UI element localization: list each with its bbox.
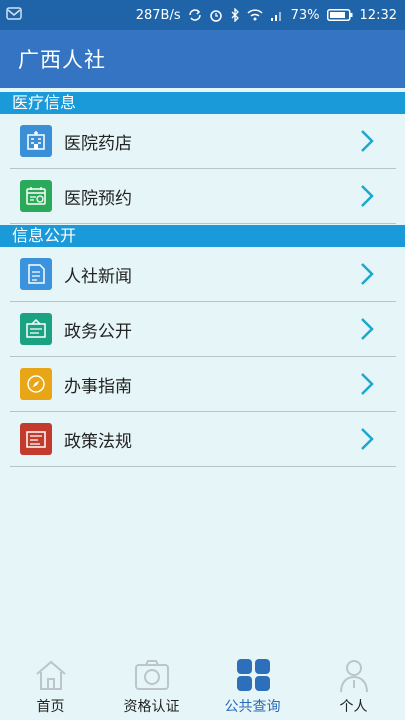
alarm-icon	[209, 8, 223, 22]
list-item-service-guide[interactable]: 办事指南	[10, 357, 396, 412]
section-title: 医疗信息	[12, 93, 77, 112]
section-header-info-disclosure: 信息公开	[0, 225, 405, 247]
list-item-label: 政务公开	[64, 322, 132, 342]
message-icon	[6, 7, 22, 21]
list-item-label: 政策法规	[64, 432, 132, 452]
bulletin-icon	[20, 313, 52, 345]
list-item-hospital-appointment[interactable]: 医院预约	[10, 169, 396, 224]
list-item-hospital-pharmacy[interactable]: 医院药店	[10, 114, 396, 169]
document-icon	[20, 423, 52, 455]
status-bar: 287B/s 73% 12:32	[0, 0, 405, 30]
list-item-hrss-news[interactable]: 人社新闻	[10, 247, 396, 302]
tab-label: 资格认证	[123, 699, 180, 715]
tab-home[interactable]: 首页	[0, 650, 101, 720]
chevron-right-icon	[360, 317, 374, 345]
camera-icon	[133, 658, 171, 696]
hospital-icon	[20, 125, 52, 157]
home-icon	[33, 658, 69, 696]
signal-icon	[270, 9, 284, 21]
grid-icon	[235, 658, 271, 696]
clock: 12:32	[359, 7, 397, 23]
tab-label: 首页	[36, 699, 65, 715]
news-icon	[20, 258, 52, 290]
battery-percent: 73%	[290, 7, 320, 23]
chevron-right-icon	[360, 129, 374, 157]
chevron-right-icon	[360, 184, 374, 212]
tab-label: 公共查询	[224, 699, 281, 715]
compass-icon	[20, 368, 52, 400]
list-item-label: 医院药店	[64, 134, 132, 154]
app-bar: 广西人社	[0, 30, 405, 88]
section-header-medical: 医疗信息	[0, 92, 405, 114]
chevron-right-icon	[360, 427, 374, 455]
tab-public-query[interactable]: 公共查询	[202, 650, 303, 720]
sync-icon	[188, 8, 202, 22]
chevron-right-icon	[360, 262, 374, 290]
list-item-policies-regulations[interactable]: 政策法规	[10, 412, 396, 467]
person-icon	[337, 658, 371, 698]
list-item-label: 办事指南	[64, 377, 132, 397]
bottom-tab-bar: 首页 资格认证 公共查询 个人	[0, 650, 405, 720]
battery-icon	[326, 9, 353, 21]
tab-label: 个人	[339, 699, 368, 715]
calendar-icon	[20, 180, 52, 212]
bluetooth-icon	[230, 8, 240, 22]
wifi-icon	[247, 9, 263, 21]
list-item-label: 医院预约	[64, 189, 132, 209]
list-item-government-affairs[interactable]: 政务公开	[10, 302, 396, 357]
page-title: 广西人社	[18, 48, 106, 72]
section-title: 信息公开	[12, 226, 77, 245]
tab-qualification[interactable]: 资格认证	[101, 650, 202, 720]
tab-personal[interactable]: 个人	[303, 650, 404, 720]
chevron-right-icon	[360, 372, 374, 400]
network-speed: 287B/s	[135, 7, 181, 23]
list-item-label: 人社新闻	[64, 267, 132, 287]
